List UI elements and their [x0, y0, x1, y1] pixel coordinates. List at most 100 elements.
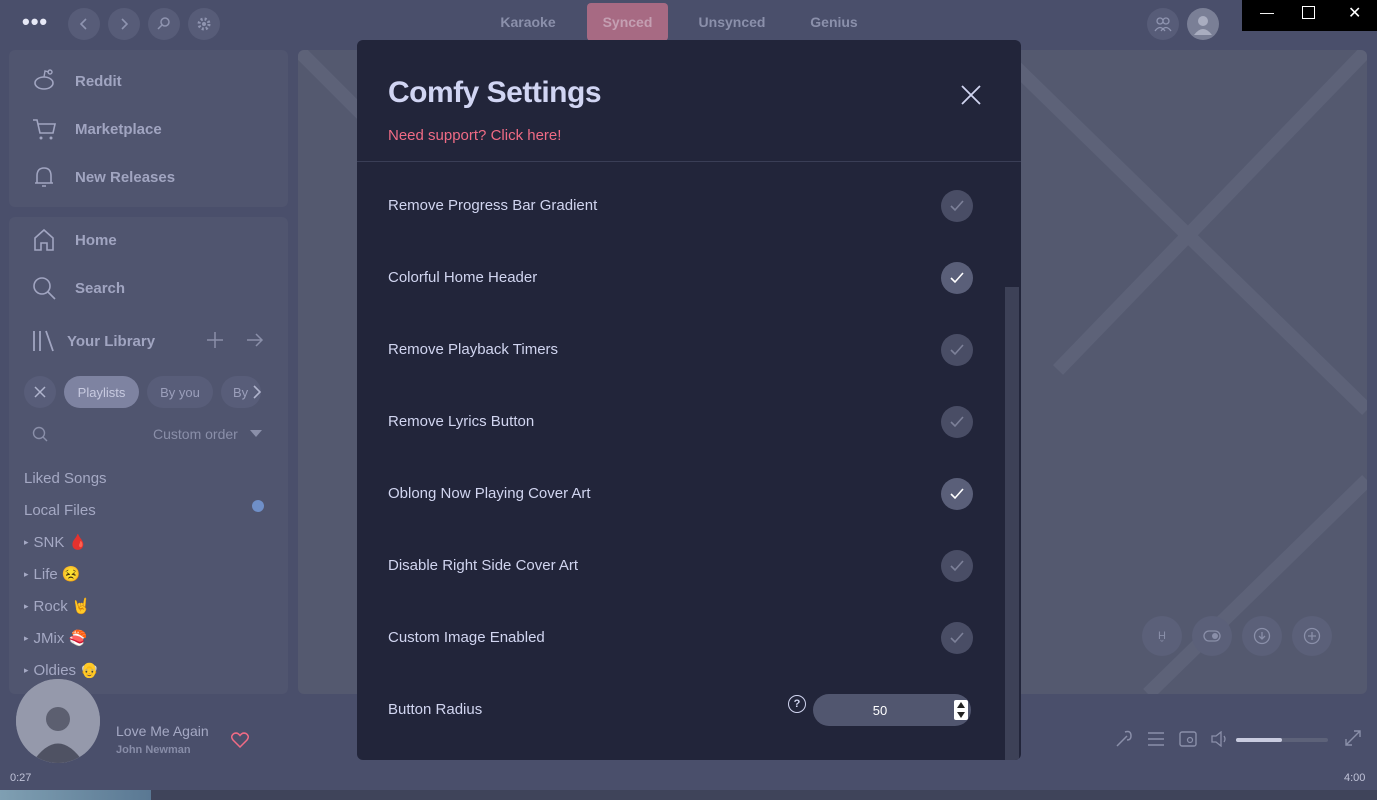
caret-right-icon: ▸	[24, 632, 29, 643]
sidebar-item-reddit[interactable]: Reddit	[31, 68, 122, 94]
queue-icon[interactable]	[1147, 732, 1165, 746]
caret-down-icon	[250, 430, 262, 437]
heart-icon[interactable]	[231, 732, 249, 748]
checkmark-icon	[950, 560, 964, 572]
folder-label: SNK 🩸	[33, 534, 88, 551]
bell-icon	[35, 167, 53, 187]
setting-label: Button Radius	[388, 701, 483, 718]
chip-by-you[interactable]: By you	[147, 376, 213, 408]
setting-toggle[interactable]	[941, 262, 973, 294]
track-artist[interactable]: John Newman	[116, 744, 191, 756]
lyrics-mode-button[interactable]	[1192, 616, 1232, 656]
progress-fill	[0, 790, 152, 800]
lyrics-icon[interactable]	[1115, 730, 1133, 748]
tab-genius[interactable]: Genius	[800, 3, 868, 41]
window-close-icon[interactable]: ✕	[1348, 3, 1361, 23]
settings-button[interactable]	[188, 8, 220, 40]
list-item[interactable]: ▸ SNK 🩸	[24, 526, 107, 558]
maximize-icon[interactable]	[1302, 6, 1315, 19]
volume-icon[interactable]	[1211, 731, 1229, 747]
list-item[interactable]: ▸ Rock 🤘	[24, 590, 107, 622]
user-avatar-icon	[1194, 16, 1212, 35]
tab-synced[interactable]: Synced	[587, 3, 668, 41]
help-icon[interactable]: ?	[788, 695, 806, 713]
sidebar-apps-panel: Reddit Marketplace New Releases	[9, 50, 288, 207]
sidebar-item-label: Reddit	[75, 72, 122, 90]
list-item[interactable]: ▸ Life 😣	[24, 558, 107, 590]
back-button[interactable]	[68, 8, 100, 40]
setting-row: Remove Playback Timers	[388, 334, 974, 366]
caret-right-icon: ▸	[24, 568, 29, 579]
window-controls: — ✕	[1242, 0, 1377, 31]
sidebar-item-label: Home	[75, 231, 117, 249]
setting-toggle[interactable]	[941, 406, 973, 438]
modal-divider	[357, 161, 1021, 162]
fullscreen-icon[interactable]	[1345, 730, 1361, 746]
button-radius-input[interactable]	[813, 694, 971, 726]
marketplace-button[interactable]	[148, 8, 180, 40]
arrow-right-icon[interactable]	[246, 331, 264, 349]
folder-label: Life 😣	[33, 566, 81, 583]
setting-toggle[interactable]	[941, 190, 973, 222]
avatar[interactable]	[1187, 8, 1219, 40]
cover-art[interactable]	[16, 679, 100, 763]
clear-filter-button[interactable]	[24, 376, 56, 408]
sort-dropdown[interactable]: Custom order	[153, 426, 238, 442]
minimize-icon[interactable]: —	[1260, 4, 1274, 20]
lyrics-option-button[interactable]: Ḫ	[1142, 616, 1182, 656]
search-icon[interactable]	[32, 426, 48, 442]
number-spinner[interactable]	[954, 700, 968, 720]
cart-icon	[33, 119, 56, 140]
progress-bar[interactable]	[0, 790, 1377, 800]
search-icon	[33, 277, 56, 300]
setting-row: Disable Right Side Cover Art	[388, 550, 974, 582]
setting-label: Disable Right Side Cover Art	[388, 557, 579, 574]
plus-icon[interactable]	[206, 331, 224, 349]
setting-toggle[interactable]	[941, 622, 973, 654]
chip-playlists[interactable]: Playlists	[64, 376, 139, 408]
setting-toggle[interactable]	[941, 550, 973, 582]
forward-button[interactable]	[108, 8, 140, 40]
more-menu-button[interactable]: •••	[22, 11, 48, 33]
library-list: Liked Songs Local Files ▸ SNK 🩸 ▸ Life 😣 ▸…	[24, 462, 107, 686]
checkmark-icon	[950, 272, 964, 284]
sidebar-item-home[interactable]: Home	[31, 227, 117, 253]
checkmark-icon	[950, 200, 964, 212]
sidebar-item-new-releases[interactable]: New Releases	[31, 164, 175, 190]
support-link[interactable]: Need support? Click here!	[388, 127, 561, 144]
download-lyrics-button[interactable]	[1242, 616, 1282, 656]
spinner-down-icon[interactable]	[957, 712, 965, 718]
modal-scrollbar[interactable]	[1005, 287, 1019, 760]
close-icon	[34, 386, 46, 398]
track-title[interactable]: Love Me Again	[116, 723, 209, 739]
home-icon	[34, 228, 54, 251]
setting-row: Custom Image Enabled	[388, 622, 974, 654]
setting-toggle[interactable]	[941, 334, 973, 366]
sidebar-item-marketplace[interactable]: Marketplace	[31, 116, 162, 142]
spinner-up-icon[interactable]	[957, 702, 965, 708]
tab-karaoke[interactable]: Karaoke	[490, 3, 566, 41]
setting-label: Remove Playback Timers	[388, 341, 559, 358]
setting-label: Remove Progress Bar Gradient	[388, 197, 598, 214]
setting-toggle[interactable]	[941, 478, 973, 510]
folder-label: Rock 🤘	[33, 598, 91, 615]
chevron-left-icon	[79, 18, 87, 30]
sidebar-item-search[interactable]: Search	[31, 275, 125, 301]
list-item[interactable]: Liked Songs	[24, 462, 107, 494]
list-item[interactable]: Local Files	[24, 494, 107, 526]
cover-art-image	[16, 679, 100, 763]
close-icon[interactable]	[959, 83, 983, 107]
list-item[interactable]: ▸ JMix 🍣	[24, 622, 107, 654]
folder-label: Oldies 👴	[33, 662, 99, 679]
chevron-right-icon[interactable]	[251, 384, 263, 400]
your-library-button[interactable]: Your Library	[31, 328, 155, 354]
friend-activity-button[interactable]	[1147, 8, 1179, 40]
tab-unsynced[interactable]: Unsynced	[690, 3, 774, 41]
comfy-settings-modal: Comfy Settings Need support? Click here!…	[357, 40, 1021, 760]
checkmark-icon	[950, 416, 964, 428]
translate-icon: Ḫ	[1158, 630, 1166, 642]
volume-slider[interactable]	[1236, 738, 1328, 742]
reddit-icon	[34, 69, 54, 90]
connect-device-icon[interactable]	[1179, 731, 1197, 747]
add-lyrics-button[interactable]	[1292, 616, 1332, 656]
